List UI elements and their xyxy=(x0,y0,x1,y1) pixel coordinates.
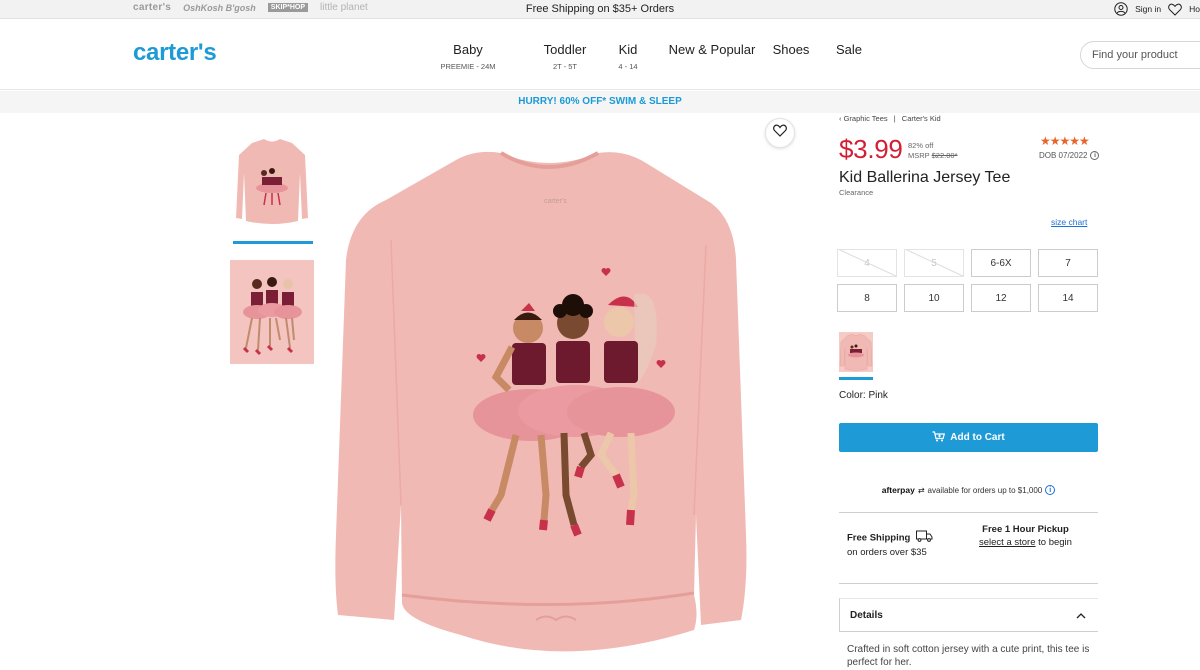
size-option[interactable]: 12 xyxy=(971,284,1031,312)
size-option[interactable]: 5 xyxy=(904,249,964,277)
breadcrumb: ‹ Graphic Tees | Carter's Kid xyxy=(839,114,941,123)
nav-item-baby[interactable]: Baby PREEMIE - 24M xyxy=(437,42,499,71)
size-option[interactable]: 6-6X xyxy=(971,249,1031,277)
free-shipping-info: Free Shipping on orders over $35 xyxy=(847,530,933,559)
clearance-label: Clearance xyxy=(839,188,874,197)
breadcrumb-carters-kid[interactable]: Carter's Kid xyxy=(902,114,941,123)
nav-item-shoes[interactable]: Shoes xyxy=(771,42,811,71)
divider xyxy=(839,512,1098,513)
free-pickup-info: Free 1 Hour Pickup select a store to beg… xyxy=(979,524,1072,548)
color-label: Color: Pink xyxy=(839,390,888,401)
thumbnail-1-active-indicator xyxy=(233,241,313,244)
site-header: carter's Baby PREEMIE - 24M Toddler 2T -… xyxy=(0,20,1200,90)
carters-logo[interactable]: carter's xyxy=(133,39,217,67)
thumbnail-2[interactable] xyxy=(230,260,314,364)
info-icon[interactable]: i xyxy=(1045,485,1056,495)
breadcrumb-graphic-tees[interactable]: ‹ Graphic Tees xyxy=(839,114,888,123)
product-title: Kid Ballerina Jersey Tee xyxy=(839,169,1011,186)
heart-icon[interactable] xyxy=(1167,1,1183,17)
nav-item-toddler[interactable]: Toddler 2T - 5T xyxy=(516,42,614,71)
nav-item-new-popular[interactable]: New & Popular xyxy=(667,42,757,71)
heart-icon xyxy=(773,124,787,142)
price-meta: 82% off MSRP $22.00* xyxy=(908,141,958,161)
product-price: $3.99 xyxy=(839,134,903,164)
dob-date: DOB 07/2022 i xyxy=(1039,151,1100,160)
divider xyxy=(839,583,1098,584)
user-icon[interactable] xyxy=(1113,1,1129,17)
help-link[interactable]: Ho xyxy=(1189,4,1200,14)
svg-text:carter's: carter's xyxy=(544,198,567,205)
discount-percent: 82% off xyxy=(908,141,934,150)
color-swatch-pink[interactable] xyxy=(839,332,873,372)
truck-icon xyxy=(915,530,933,546)
thumbnail-1[interactable] xyxy=(230,133,314,231)
rating-stars[interactable]: ★★★★★ xyxy=(1040,134,1090,148)
product-description: Crafted in soft cotton jersey with a cut… xyxy=(847,644,1090,668)
size-option[interactable]: 4 xyxy=(837,249,897,277)
utility-bar: carter's OshKosh B'gosh SKIP*HOP little … xyxy=(0,0,1200,19)
nav-item-sale[interactable]: Sale xyxy=(834,42,864,71)
size-option[interactable]: 14 xyxy=(1038,284,1098,312)
afterpay-info: afterpay ⇄ available for orders up to $1… xyxy=(839,485,1098,495)
size-option[interactable]: 8 xyxy=(837,284,897,312)
info-icon[interactable]: i xyxy=(1090,151,1100,160)
size-chart-link[interactable]: size chart xyxy=(1051,217,1087,227)
nav-item-kid[interactable]: Kid 4 - 14 xyxy=(614,42,642,71)
afterpay-arrows-icon: ⇄ xyxy=(917,485,925,495)
add-to-cart-button[interactable]: Add to Cart xyxy=(839,423,1098,452)
afterpay-logo: afterpay xyxy=(881,485,915,495)
shipping-promo[interactable]: Free Shipping on $35+ Orders xyxy=(0,3,1200,15)
size-option[interactable]: 7 xyxy=(1038,249,1098,277)
breadcrumb-separator: | xyxy=(893,114,896,123)
product-main-image[interactable]: carter's xyxy=(316,115,811,670)
color-swatch-active-indicator xyxy=(839,377,873,380)
signin-link[interactable]: Sign in xyxy=(1135,4,1161,14)
main-nav: Baby PREEMIE - 24M Toddler 2T - 5T Kid 4… xyxy=(437,42,864,71)
size-option[interactable]: 10 xyxy=(904,284,964,312)
add-to-favorites-button[interactable] xyxy=(765,118,795,148)
cart-icon xyxy=(932,430,946,445)
select-store-link[interactable]: select a store xyxy=(979,537,1036,548)
account-links: Sign in Ho xyxy=(1113,1,1200,17)
details-accordion[interactable]: Details xyxy=(839,598,1098,632)
size-selector: 4 5 6-6X 7 8 10 12 14 xyxy=(837,249,1099,312)
msrp: MSRP $22.00* xyxy=(908,151,958,160)
afterpay-text: available for orders up to $1,000 xyxy=(927,485,1043,495)
sale-promo-banner[interactable]: HURRY! 60% OFF* SWIM & SLEEP xyxy=(0,91,1200,113)
search-input[interactable]: Find your product xyxy=(1080,41,1200,69)
chevron-up-icon xyxy=(1076,606,1086,624)
